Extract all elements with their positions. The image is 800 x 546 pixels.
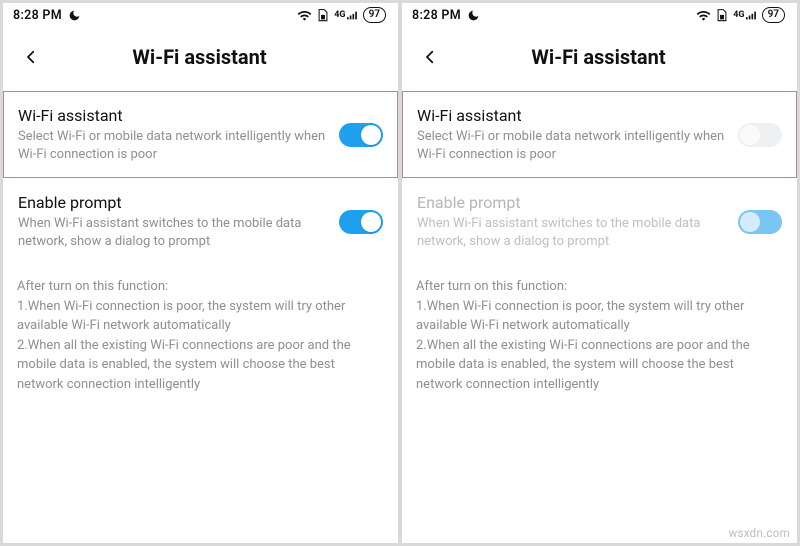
statusbar: 8:28 PM 4G 97 xyxy=(3,3,398,27)
enable-prompt-desc: When Wi-Fi assistant switches to the mob… xyxy=(417,215,728,250)
wifi-assistant-toggle[interactable] xyxy=(738,123,782,147)
watermark: wsxdn.com xyxy=(729,526,790,540)
row-enable-prompt[interactable]: Enable prompt When Wi-Fi assistant switc… xyxy=(3,178,398,265)
statusbar: 8:28 PM 4G 97 xyxy=(402,3,797,27)
header: Wi-Fi assistant xyxy=(402,27,797,91)
enable-prompt-label: Enable prompt xyxy=(417,193,728,212)
wifi-icon xyxy=(696,9,711,21)
battery-indicator: 97 xyxy=(363,7,386,23)
info-text: After turn on this function: 1.When Wi-F… xyxy=(3,265,398,398)
screen-left: 8:28 PM 4G 97 Wi-Fi assistant xyxy=(3,3,398,543)
status-time: 8:28 PM xyxy=(412,8,461,23)
sim-icon xyxy=(317,9,329,22)
wifi-assistant-desc: Select Wi-Fi or mobile data network inte… xyxy=(417,128,728,163)
wifi-assistant-toggle[interactable] xyxy=(339,123,383,147)
signal-4g-icon: 4G xyxy=(733,11,756,20)
page-title: Wi-Fi assistant xyxy=(17,45,382,69)
status-icons: 4G 97 xyxy=(297,7,386,23)
screen-right: 8:28 PM 4G 97 Wi-Fi assistant xyxy=(402,3,797,543)
dnd-moon-icon xyxy=(68,9,81,22)
page-title: Wi-Fi assistant xyxy=(416,45,781,69)
row-wifi-assistant[interactable]: Wi-Fi assistant Select Wi-Fi or mobile d… xyxy=(3,91,398,178)
enable-prompt-toggle[interactable] xyxy=(339,210,383,234)
signal-4g-icon: 4G xyxy=(334,11,357,20)
info-text: After turn on this function: 1.When Wi-F… xyxy=(402,265,797,398)
status-icons: 4G 97 xyxy=(696,7,785,23)
enable-prompt-label: Enable prompt xyxy=(18,193,329,212)
status-time: 8:28 PM xyxy=(13,8,62,23)
row-enable-prompt: Enable prompt When Wi-Fi assistant switc… xyxy=(402,178,797,265)
enable-prompt-toggle xyxy=(738,210,782,234)
wifi-assistant-label: Wi-Fi assistant xyxy=(18,106,329,125)
row-wifi-assistant[interactable]: Wi-Fi assistant Select Wi-Fi or mobile d… xyxy=(402,91,797,178)
wifi-assistant-desc: Select Wi-Fi or mobile data network inte… xyxy=(18,128,329,163)
sim-icon xyxy=(716,9,728,22)
wifi-icon xyxy=(297,9,312,21)
dnd-moon-icon xyxy=(467,9,480,22)
wifi-assistant-label: Wi-Fi assistant xyxy=(417,106,728,125)
enable-prompt-desc: When Wi-Fi assistant switches to the mob… xyxy=(18,215,329,250)
battery-indicator: 97 xyxy=(762,7,785,23)
header: Wi-Fi assistant xyxy=(3,27,398,91)
